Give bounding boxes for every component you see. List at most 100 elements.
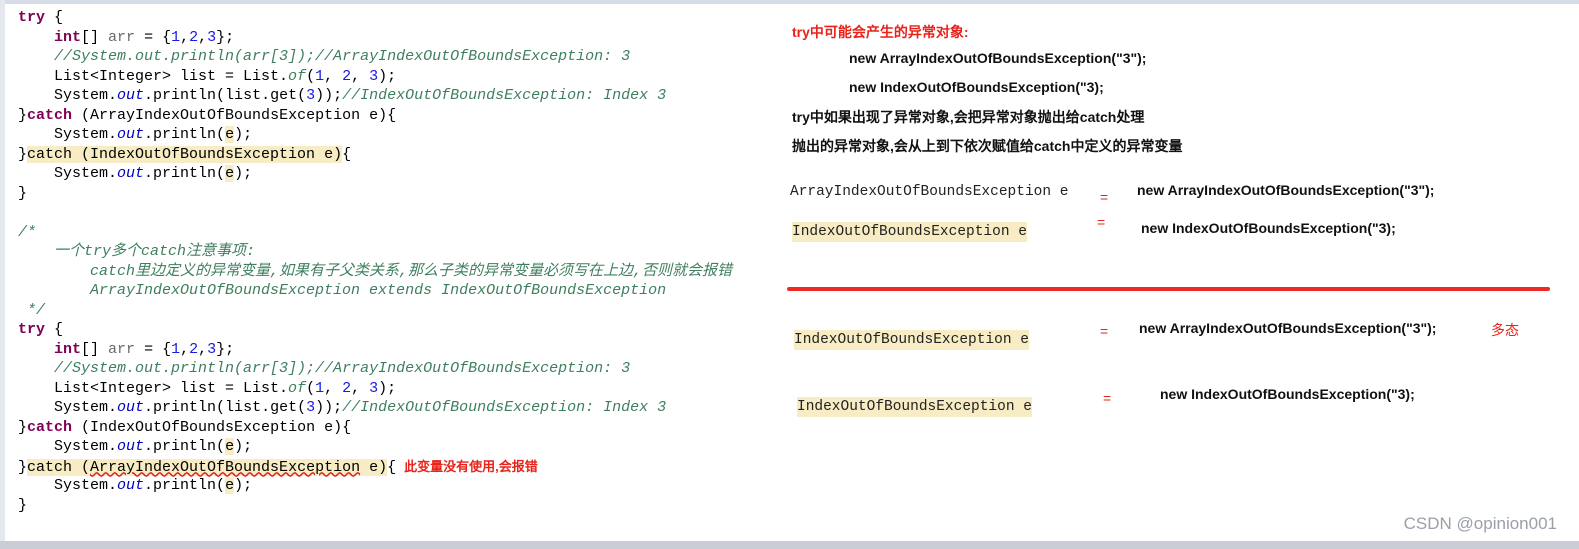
code-token: , xyxy=(198,340,208,358)
notes-line-3: try中如果出现了异常对象,会把异常对象抛出给catch处理 xyxy=(792,109,1145,125)
code-line[interactable]: System.out.println(e); xyxy=(18,125,732,145)
code-token: } xyxy=(18,145,28,163)
code-line[interactable]: }catch (ArrayIndexOutOfBoundsException e… xyxy=(18,457,732,477)
code-token: 3 xyxy=(306,87,316,104)
code-token: , xyxy=(351,379,370,397)
code-line[interactable]: System.out.println(list.get(3));//IndexO… xyxy=(18,86,732,106)
code-token: .println( xyxy=(144,165,226,182)
code-token: , xyxy=(180,28,190,46)
code-token: //IndexOutOfBoundsException: Index 3 xyxy=(342,87,667,104)
code-token: of xyxy=(288,67,307,85)
code-token: arr xyxy=(108,28,136,46)
code-line[interactable]: System.out.println(e); xyxy=(18,437,732,457)
section-divider xyxy=(787,287,1550,291)
code-token: System. xyxy=(18,126,118,143)
code-token: ); xyxy=(234,438,253,455)
code-line[interactable]: 一个try多个catch注意事项: xyxy=(18,242,732,262)
code-token: 3 xyxy=(207,28,217,46)
assign-3-value: new ArrayIndexOutOfBoundsException("3"); xyxy=(1139,320,1437,336)
code-line[interactable]: List<Integer> list = List.of(1, 2, 3); xyxy=(18,379,732,399)
code-token: , xyxy=(324,67,343,85)
code-token: 1 xyxy=(171,340,181,358)
code-line[interactable]: int[] arr = {1,2,3}; xyxy=(18,340,732,360)
code-token: /* xyxy=(18,223,37,241)
code-line[interactable]: */ xyxy=(18,301,732,321)
code-token: { xyxy=(342,145,352,163)
code-token: out xyxy=(117,126,145,143)
code-token: ArrayIndexOutOfBoundsException extends I… xyxy=(18,282,667,299)
code-token: of xyxy=(288,379,307,397)
watermark: CSDN @opinion001 xyxy=(1403,514,1557,533)
code-token: } xyxy=(18,184,28,202)
error-annotation: 此变量没有使用,会报错 xyxy=(404,458,538,474)
code-token: out xyxy=(117,399,145,416)
code-token: ); xyxy=(234,477,253,494)
code-token: System. xyxy=(18,399,118,416)
code-token: }; xyxy=(216,28,235,46)
code-token: 3 xyxy=(369,379,379,397)
code-editor[interactable]: try { int[] arr = {1,2,3}; //System.out.… xyxy=(18,8,732,515)
assign-4-equals: = xyxy=(1103,390,1112,406)
code-line[interactable]: System.out.println(list.get(3));//IndexO… xyxy=(18,398,732,418)
code-token: 2 xyxy=(342,67,352,85)
code-token: .println( xyxy=(144,126,226,143)
code-token: out xyxy=(117,438,145,455)
code-token: 3 xyxy=(369,67,379,85)
code-line[interactable]: int[] arr = {1,2,3}; xyxy=(18,28,732,48)
code-token: .println(list.get( xyxy=(144,87,307,104)
code-token: , xyxy=(351,67,370,85)
code-line[interactable]: //System.out.println(arr[3]);//ArrayInde… xyxy=(18,47,732,67)
code-line[interactable]: System.out.println(e); xyxy=(18,164,732,184)
code-token: System. xyxy=(18,438,118,455)
code-token: 1 xyxy=(315,67,325,85)
window-top-border xyxy=(0,0,1579,4)
code-token: ( xyxy=(306,67,316,85)
code-token: 2 xyxy=(342,379,352,397)
code-token: try xyxy=(18,9,46,26)
code-line[interactable]: try { xyxy=(18,320,732,340)
assign-4-variable: IndexOutOfBoundsException e xyxy=(797,397,1032,417)
code-token: int xyxy=(54,340,82,358)
code-token: .println(list.get( xyxy=(144,399,307,416)
code-token: e xyxy=(225,477,235,494)
code-token: 3 xyxy=(306,399,316,416)
code-token: (ArrayIndexOutOfBoundsException e){ xyxy=(72,106,397,124)
code-token: catch ( xyxy=(27,458,91,476)
horizontal-scrollbar[interactable] xyxy=(0,541,1579,549)
code-line[interactable]: List<Integer> list = List.of(1, 2, 3); xyxy=(18,67,732,87)
code-token: //System.out.println(arr[3]);//ArrayInde… xyxy=(54,360,631,377)
code-line[interactable]: } xyxy=(18,496,732,516)
assign-3-variable: IndexOutOfBoundsException e xyxy=(794,330,1029,350)
code-line[interactable]: }catch (IndexOutOfBoundsException e){ xyxy=(18,145,732,165)
code-line[interactable]: }catch (ArrayIndexOutOfBoundsException e… xyxy=(18,106,732,126)
code-line[interactable]: catch里边定义的异常变量,如果有子父类关系,那么子类的异常变量必须写在上边,… xyxy=(18,262,732,282)
code-line[interactable]: }catch (IndexOutOfBoundsException e){ xyxy=(18,418,732,438)
code-line[interactable]: } xyxy=(18,184,732,204)
code-token: //System.out.println(arr[3]);//ArrayInde… xyxy=(54,48,631,65)
code-line[interactable]: //System.out.println(arr[3]);//ArrayInde… xyxy=(18,359,732,379)
code-token: List<Integer> list = List. xyxy=(18,67,289,85)
code-token: e xyxy=(225,438,235,455)
code-token: arr xyxy=(108,340,136,358)
code-line[interactable]: System.out.println(e); xyxy=(18,476,732,496)
code-line[interactable]: ArrayIndexOutOfBoundsException extends I… xyxy=(18,281,732,301)
assign-2-value: new IndexOutOfBoundsException("3); xyxy=(1141,220,1396,236)
code-token: System. xyxy=(18,165,118,182)
code-line[interactable] xyxy=(18,203,732,223)
code-line[interactable]: /* xyxy=(18,223,732,243)
code-token: catch (IndexOutOfBoundsException e) xyxy=(27,145,343,163)
code-token: , xyxy=(198,28,208,46)
code-token: = { xyxy=(135,28,172,46)
code-token: ); xyxy=(378,379,397,397)
code-token: catch里边定义的异常变量,如果有子父类关系,那么子类的异常变量必须写在上边,… xyxy=(18,262,733,280)
code-token: ( xyxy=(306,379,316,397)
code-token: ); xyxy=(234,165,253,182)
code-token: )); xyxy=(315,399,343,416)
code-token: 一个try多个catch注意事项: xyxy=(18,243,256,260)
code-line[interactable]: try { xyxy=(18,8,732,28)
code-token: int xyxy=(54,28,82,46)
